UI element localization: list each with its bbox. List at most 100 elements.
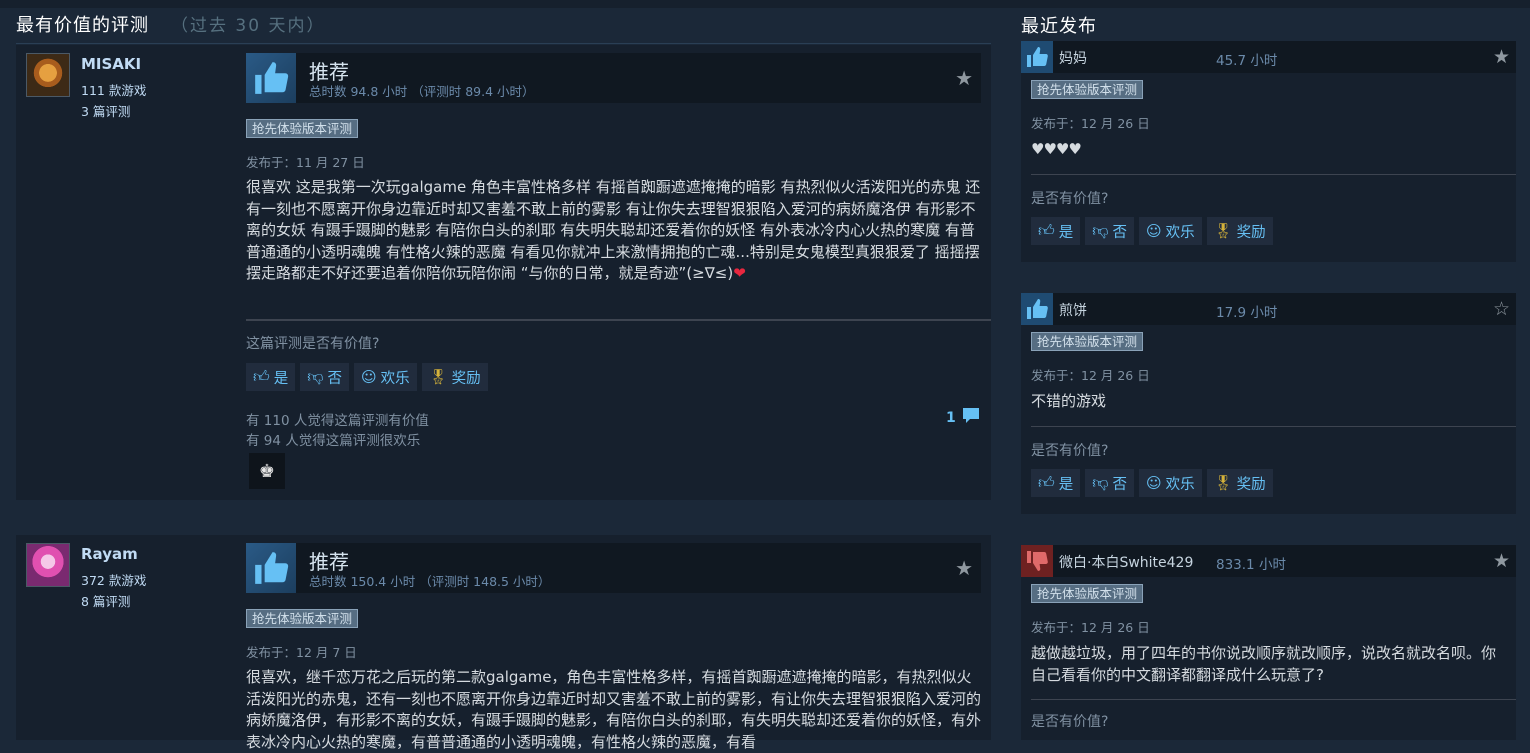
award-label: 奖励 bbox=[1236, 476, 1266, 493]
funny-count: 有 94 人觉得这篇评测很欢乐 bbox=[246, 433, 421, 449]
early-access-badge: 抢先体验版本评测 bbox=[1031, 80, 1144, 99]
comment-count: 1 bbox=[946, 410, 956, 426]
helpful-question: 这篇评测是否有价值? bbox=[246, 336, 380, 352]
period-label: （过去 30 天内） bbox=[171, 16, 326, 36]
review-card: Rayam 372 款游戏 8 篇评测 推荐 总时数 150.4 小时 （评测时… bbox=[16, 535, 991, 751]
recent-review-card: 煎饼 17.9 小时 ☆ 抢先体验版本评测 发布于：12 月 26 日 不错的游… bbox=[1021, 293, 1516, 514]
funny-label: 欢乐 bbox=[1165, 224, 1195, 241]
recent-review-card: 妈妈 45.7 小时 ★ 抢先体验版本评测 发布于：12 月 26 日 ♥♥♥♥… bbox=[1021, 41, 1516, 262]
funny-label: 欢乐 bbox=[380, 370, 410, 387]
most-helpful-title: 最有价值的评测 bbox=[16, 15, 149, 36]
award-button[interactable]: 🎖︎ 奖励 bbox=[1206, 469, 1273, 497]
yes-button[interactable]: 👍︎ 是 bbox=[1031, 217, 1081, 245]
divider bbox=[1031, 426, 1516, 427]
review-text: 不错的游戏 bbox=[1031, 392, 1107, 410]
thumbs-up-icon: 👍︎ bbox=[1038, 473, 1055, 492]
award-button[interactable]: 🎖︎ 奖励 bbox=[1206, 217, 1273, 245]
award-badge-icon[interactable]: ♚ bbox=[249, 453, 285, 489]
early-access-badge: 抢先体验版本评测 bbox=[246, 119, 359, 138]
heart-emoji: ❤ bbox=[733, 264, 746, 282]
star-icon[interactable]: ★ bbox=[955, 68, 973, 88]
divider bbox=[246, 319, 991, 321]
thumbs-up-icon bbox=[246, 543, 296, 593]
yes-label: 是 bbox=[1058, 476, 1074, 493]
reviewer-name[interactable]: 微白·本白Swhite429 bbox=[1059, 552, 1193, 572]
star-icon[interactable]: ★ bbox=[1493, 47, 1510, 67]
no-label: 否 bbox=[1112, 224, 1127, 241]
posted-date: 发布于：11 月 27 日 bbox=[246, 155, 365, 170]
helpful-question: 是否有价值? bbox=[1031, 714, 1109, 730]
games-owned[interactable]: 372 款游戏 bbox=[81, 570, 146, 589]
rating-buttons: 👍︎ 是 👎︎ 否 ☺ 欢乐 🎖︎ 奖励 bbox=[1031, 469, 1273, 497]
most-helpful-header: 最有价值的评测 （过去 30 天内） bbox=[16, 11, 325, 37]
review-text: 越做越垃圾，用了四年的书你说改顺序就改顺序，说改名就改名呗。你自己看看你的中文翻… bbox=[1031, 644, 1497, 684]
avatar[interactable] bbox=[26, 53, 70, 97]
funny-button[interactable]: ☺ 欢乐 bbox=[1138, 469, 1202, 497]
review-text: 很喜欢 这是我第一次玩galgame 角色丰富性格多样 有摇首踟蹰遮遮掩掩的暗影… bbox=[246, 177, 986, 285]
early-access-badge: 抢先体验版本评测 bbox=[246, 609, 359, 628]
avatar[interactable] bbox=[26, 543, 70, 587]
helpful-question: 是否有价值? bbox=[1031, 443, 1109, 459]
early-access-badge: 抢先体验版本评测 bbox=[1031, 332, 1144, 351]
yes-button[interactable]: 👍︎ 是 bbox=[1031, 469, 1081, 497]
review-card: MISAKI 111 款游戏 3 篇评测 推荐 总时数 94.8 小时 （评测时… bbox=[16, 45, 991, 500]
no-button[interactable]: 👎︎ 否 bbox=[1085, 217, 1134, 245]
playtime: 45.7 小时 bbox=[1216, 53, 1278, 69]
reviewer-name[interactable]: Rayam bbox=[81, 545, 138, 563]
no-button[interactable]: 👎︎ 否 bbox=[1085, 469, 1134, 497]
smiley-icon: ☺ bbox=[360, 367, 377, 386]
helpful-count: 有 110 人觉得这篇评测有价值 bbox=[246, 413, 429, 429]
recent-review-header[interactable]: 微白·本白Swhite429 833.1 小时 ★ bbox=[1021, 545, 1516, 577]
funny-button[interactable]: ☺ 欢乐 bbox=[1138, 217, 1202, 245]
divider bbox=[1031, 699, 1516, 700]
award-medal-icon: 🎖︎ bbox=[428, 367, 448, 386]
helpful-question: 是否有价值? bbox=[1031, 191, 1109, 207]
top-strip bbox=[0, 0, 1530, 8]
review-text: 很喜欢，继千恋万花之后玩的第二款galgame，角色丰富性格多样，有摇首踟蹰遮遮… bbox=[246, 668, 982, 751]
recent-header: 最近发布 bbox=[1021, 16, 1097, 37]
no-button[interactable]: 👎︎ 否 bbox=[300, 363, 349, 391]
posted-date: 发布于：12 月 7 日 bbox=[246, 645, 357, 660]
star-icon[interactable]: ★ bbox=[955, 558, 973, 578]
games-owned[interactable]: 111 款游戏 bbox=[81, 80, 146, 99]
vote-header[interactable]: 推荐 总时数 150.4 小时 （评测时 148.5 小时） ★ bbox=[246, 543, 981, 593]
reviewer-name[interactable]: 妈妈 bbox=[1059, 48, 1087, 68]
star-outline-icon[interactable]: ☆ bbox=[1493, 299, 1510, 319]
recent-review-header[interactable]: 煎饼 17.9 小时 ☆ bbox=[1021, 293, 1516, 325]
yes-button[interactable]: 👍︎ 是 bbox=[246, 363, 296, 391]
thumbs-down-icon: 👎︎ bbox=[1092, 221, 1109, 240]
posted-date: 发布于：12 月 26 日 bbox=[1031, 116, 1150, 131]
recent-review-card: 微白·本白Swhite429 833.1 小时 ★ 抢先体验版本评测 发布于：1… bbox=[1021, 545, 1516, 740]
header-divider bbox=[16, 43, 991, 44]
funny-label: 欢乐 bbox=[1165, 476, 1195, 493]
review-text: ♥♥♥♥ bbox=[1031, 140, 1082, 158]
award-medal-icon: 🎖︎ bbox=[1213, 473, 1233, 492]
comment-bubble-icon bbox=[961, 407, 981, 429]
reviewer-name[interactable]: 煎饼 bbox=[1059, 300, 1087, 320]
playtime: 833.1 小时 bbox=[1216, 557, 1286, 573]
thumbs-down-icon: 👎︎ bbox=[307, 367, 324, 386]
smiley-icon: ☺ bbox=[1145, 473, 1162, 492]
thumbs-up-icon: 👍︎ bbox=[253, 367, 270, 386]
award-label: 奖励 bbox=[451, 370, 481, 387]
award-button[interactable]: 🎖︎ 奖励 bbox=[421, 363, 488, 391]
reviews-count[interactable]: 3 篇评测 bbox=[81, 101, 130, 120]
recent-review-header[interactable]: 妈妈 45.7 小时 ★ bbox=[1021, 41, 1516, 73]
posted-date: 发布于：12 月 26 日 bbox=[1031, 368, 1150, 383]
award-medal-icon: 🎖︎ bbox=[1213, 221, 1233, 240]
rating-buttons: 👍︎ 是 👎︎ 否 ☺ 欢乐 🎖︎ 奖励 bbox=[1031, 217, 1273, 245]
reviews-count[interactable]: 8 篇评测 bbox=[81, 591, 130, 610]
reviewer-name[interactable]: MISAKI bbox=[81, 55, 141, 73]
posted-date: 发布于：12 月 26 日 bbox=[1031, 620, 1150, 635]
review-text-content: 很喜欢 这是我第一次玩galgame 角色丰富性格多样 有摇首踟蹰遮遮掩掩的暗影… bbox=[246, 178, 981, 282]
playtime: 总时数 94.8 小时 （评测时 89.4 小时） bbox=[309, 84, 535, 99]
divider bbox=[1031, 174, 1516, 175]
vote-header[interactable]: 推荐 总时数 94.8 小时 （评测时 89.4 小时） ★ bbox=[246, 53, 981, 103]
no-label: 否 bbox=[1112, 476, 1127, 493]
star-icon[interactable]: ★ bbox=[1493, 551, 1510, 571]
comment-link[interactable]: 1 bbox=[946, 407, 981, 429]
thumbs-up-icon bbox=[246, 53, 296, 103]
funny-button[interactable]: ☺ 欢乐 bbox=[353, 363, 417, 391]
yes-label: 是 bbox=[273, 370, 289, 387]
playtime: 17.9 小时 bbox=[1216, 305, 1278, 321]
